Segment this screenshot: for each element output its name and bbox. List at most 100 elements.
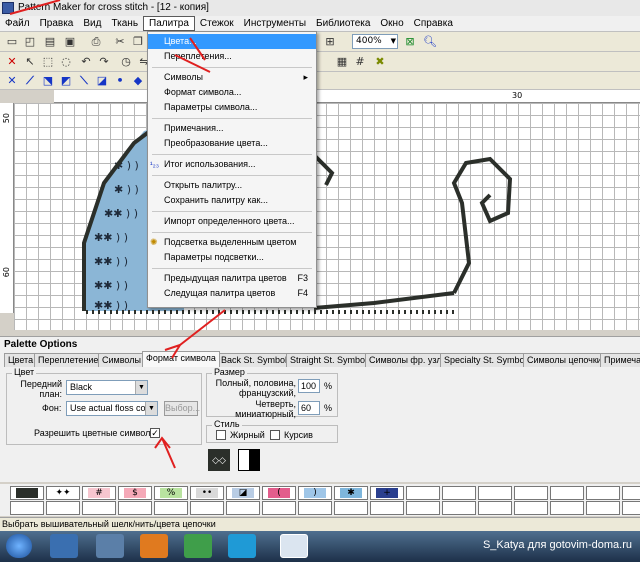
lasso-icon[interactable]: ◌ — [58, 54, 74, 70]
palette-empty-slot[interactable] — [406, 501, 440, 515]
skype-icon[interactable] — [228, 534, 256, 558]
zoom-in-icon[interactable]: 🔍︎ — [422, 34, 438, 50]
palette-empty-slot[interactable] — [550, 501, 584, 515]
new-pattern-icon[interactable]: ◰ — [22, 34, 38, 50]
palette-swatch[interactable]: + — [370, 486, 404, 500]
menu-help[interactable]: Справка — [409, 16, 458, 32]
menu-item-next-palette[interactable]: Следущая палитра цветов F4 — [148, 286, 316, 301]
tab-straight-st-symbols[interactable]: Straight St. Symbols — [286, 353, 376, 367]
palette-empty-slot[interactable] — [478, 501, 512, 515]
menu-item-notes[interactable]: Примечания... — [148, 121, 316, 136]
explorer-icon[interactable] — [96, 534, 124, 558]
menu-edit[interactable]: Правка — [35, 16, 79, 32]
palette-empty-slot[interactable] — [442, 501, 476, 515]
select-arrow-icon[interactable]: ↖ — [22, 54, 38, 70]
palette-swatch[interactable]: ◪ — [226, 486, 260, 500]
palette-empty-slot[interactable] — [118, 501, 152, 515]
grid-icon[interactable]: ▦ — [334, 54, 350, 70]
palette-empty-slot[interactable] — [334, 501, 368, 515]
menu-item-save-palette[interactable]: Сохранить палитру как... — [148, 193, 316, 208]
palette-empty-slot[interactable] — [82, 501, 116, 515]
palette-empty-slot[interactable] — [514, 501, 548, 515]
palette-empty-slot[interactable] — [298, 501, 332, 515]
choose-color-button[interactable]: Выбор... — [164, 401, 200, 416]
background-select[interactable]: Use actual floss color ▼ — [66, 401, 158, 416]
palette-swatch[interactable]: # — [82, 486, 116, 500]
tab-french-knot-symbols[interactable]: Символы фр. узла — [365, 353, 451, 367]
tab-back-st-symbols[interactable]: Back St. Symbols — [217, 353, 296, 367]
cut-icon[interactable]: ✂ — [112, 34, 128, 50]
delete-icon[interactable]: ✕ — [4, 54, 20, 70]
menu-stitch[interactable]: Стежок — [195, 16, 239, 32]
menu-library[interactable]: Библиотека — [311, 16, 375, 32]
undo-icon[interactable]: ↶ — [78, 54, 94, 70]
full-stitch-icon[interactable]: ✕ — [4, 73, 20, 89]
menu-item-symbols[interactable]: Символы ▸ — [148, 70, 316, 85]
menu-item-color-conversion[interactable]: Преобразование цвета... — [148, 136, 316, 151]
zoom-tool-icon[interactable]: ⊞ — [322, 34, 338, 50]
tab-symbol-format[interactable]: Формат символа — [142, 351, 220, 367]
half-stitch-icon[interactable]: ⟋ — [22, 73, 38, 89]
palette-empty-slot[interactable] — [622, 486, 640, 500]
menu-palette[interactable]: Палитра — [143, 16, 195, 31]
palette-swatch[interactable] — [10, 486, 44, 500]
fit-window-icon[interactable]: ⊠ — [402, 34, 418, 50]
menu-item-weaves[interactable]: Переплетения... — [148, 49, 316, 64]
chrome-icon[interactable] — [184, 534, 212, 558]
palette-swatch[interactable]: •• — [190, 486, 224, 500]
palette-swatch[interactable]: ✱ — [334, 486, 368, 500]
menu-item-prev-palette[interactable]: Предыдущая палитра цветов F3 — [148, 271, 316, 286]
petite-stitch-icon[interactable]: ◪ — [94, 73, 110, 89]
palette-empty-slot[interactable] — [154, 501, 188, 515]
firefox-icon[interactable] — [140, 534, 168, 558]
tab-notes[interactable]: Примечания — [600, 353, 640, 367]
palette-empty-slot[interactable] — [442, 486, 476, 500]
pattern-canvas[interactable]: ✱✱ ) ) ✱✱ ) ) ✱✱ ) ) ✱ ) ) ✱ ) ) ✱✱ ) ) … — [14, 103, 640, 330]
allow-colored-symbols-checkbox[interactable]: ✓ — [150, 428, 160, 438]
pattern-maker-task-icon[interactable] — [280, 534, 308, 558]
menu-fabric[interactable]: Ткань — [106, 16, 143, 32]
palette-swatch[interactable]: ( — [262, 486, 296, 500]
back-stitch-icon[interactable]: ⟍ — [76, 73, 92, 89]
palette-empty-slot[interactable] — [514, 486, 548, 500]
menu-view[interactable]: Вид — [78, 16, 106, 32]
quarter-stitch-icon[interactable]: ⬔ — [40, 73, 56, 89]
redo-icon[interactable]: ↷ — [96, 54, 112, 70]
palette-empty-slot[interactable] — [550, 486, 584, 500]
tab-symbols[interactable]: Символы — [98, 353, 145, 367]
palette-swatch[interactable]: $ — [118, 486, 152, 500]
palette-empty-slot[interactable] — [370, 501, 404, 515]
new-file-icon[interactable]: ▭ — [4, 34, 20, 50]
menu-item-open-palette[interactable]: Открыть палитру... — [148, 178, 316, 193]
clock-icon[interactable]: ◷ — [118, 54, 134, 70]
zoom-select[interactable]: 400% ▼ — [352, 34, 398, 49]
menu-file[interactable]: Файл — [0, 16, 35, 32]
grid-toggle-icon[interactable]: # — [352, 54, 368, 70]
italic-checkbox[interactable] — [270, 430, 280, 440]
full-size-input[interactable]: 100 — [298, 379, 320, 393]
palette-empty-slot[interactable] — [10, 501, 44, 515]
palette-swatch[interactable]: ✦✦ — [46, 486, 80, 500]
menu-item-highlight-color[interactable]: ✺ Подсветка выделенным цветом — [148, 235, 316, 250]
menu-item-highlight-params[interactable]: Параметры подсветки... — [148, 250, 316, 265]
media-player-icon[interactable] — [50, 534, 78, 558]
palette-empty-slot[interactable] — [406, 486, 440, 500]
menu-item-import-color[interactable]: Импорт определенного цвета... — [148, 214, 316, 229]
start-button[interactable] — [6, 534, 32, 558]
three-quarter-stitch-icon[interactable]: ◩ — [58, 73, 74, 89]
menu-tools[interactable]: Инструменты — [239, 16, 311, 32]
palette-empty-slot[interactable] — [226, 501, 260, 515]
foreground-select[interactable]: Black ▼ — [66, 380, 148, 395]
tab-specialty-st-symbols[interactable]: Specialty St. Symbols — [440, 353, 536, 367]
palette-empty-slot[interactable] — [262, 501, 296, 515]
cross-stitch-icon[interactable]: ✖ — [372, 54, 388, 70]
palette-empty-slot[interactable] — [586, 486, 620, 500]
print-icon[interactable]: ⎙ — [88, 34, 104, 50]
open-folder-icon[interactable]: ▤ — [42, 34, 58, 50]
palette-empty-slot[interactable] — [622, 501, 640, 515]
menu-item-symbol-format[interactable]: Формат символа... — [148, 85, 316, 100]
copy-icon[interactable]: ❐ — [130, 34, 146, 50]
menu-item-symbol-params[interactable]: Параметры символа... — [148, 100, 316, 115]
bold-checkbox[interactable] — [216, 430, 226, 440]
palette-swatch[interactable]: ) — [298, 486, 332, 500]
